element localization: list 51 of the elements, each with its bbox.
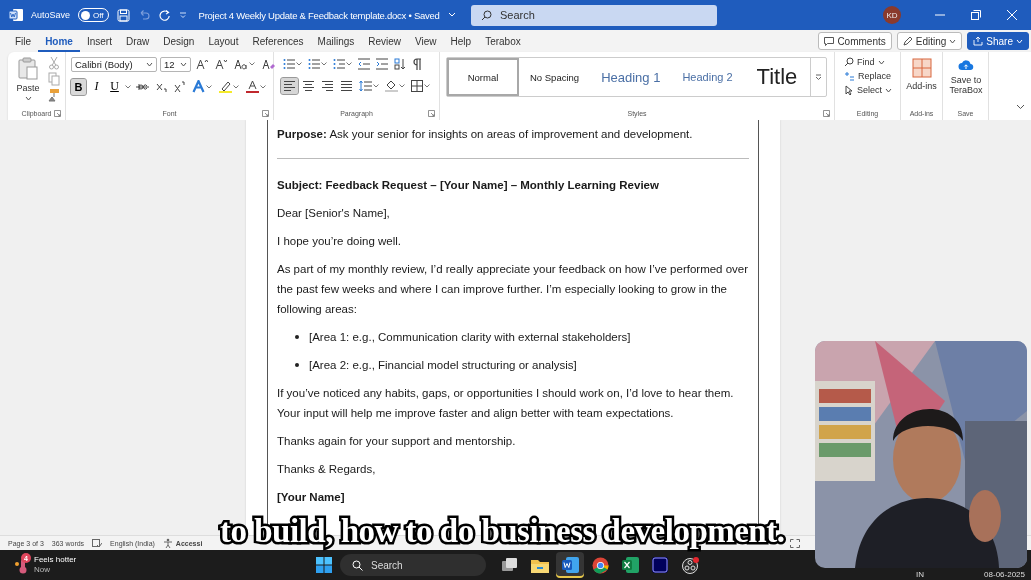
format-button[interactable]: U [107, 78, 122, 95]
menu-tab[interactable]: Mailings [310, 30, 362, 52]
bullet-text: [Area 2: e.g., Financial model structuring or analysis] [309, 358, 577, 373]
menu-tab[interactable]: File [8, 30, 39, 52]
font-size-field[interactable]: 12 [160, 56, 191, 72]
search-field[interactable]: Search [471, 4, 717, 26]
paragraph: As part of my monthly review, I’d really appreciate your feedback on how I’ve performed over the past few weeks and where I can improve further. I’m especially looking to grow in the following areas: [277, 262, 749, 317]
menu-tab[interactable]: View [408, 30, 444, 52]
weather-title[interactable]: Feels hotter [34, 555, 77, 565]
style-option[interactable]: Heading 1 [590, 58, 672, 96]
subject-line: Subject: Feedback Request – [Your Name] – Monthly Learning Review [277, 178, 660, 193]
video-caption: to build, how to do business development. [220, 513, 785, 550]
menu-tab[interactable]: Review [361, 30, 409, 52]
find-button[interactable]: Find [842, 56, 894, 68]
subject-line: [Your Name] [277, 490, 346, 505]
tray-text: 08-06-2025 [984, 570, 1025, 579]
font-name-field[interactable]: Calibri (Body) [71, 56, 157, 72]
paragraph: Purpose: Ask your senior for insights on areas of improvement and development. [277, 127, 694, 142]
format-button[interactable]: I [89, 78, 104, 95]
user-avatar[interactable]: KD [883, 6, 901, 24]
menu-tab[interactable]: Terabox [478, 30, 528, 52]
paragraph: If you’ve noticed any habits, gaps, or opportunities I should work on, I’d love to hear them. Your input will help me improve faster and align better with team expectations. [277, 386, 735, 421]
bullet-text: [Area 1: e.g., Communication clarity with external stakeholders] [309, 330, 631, 345]
share-button[interactable]: Share [967, 32, 1029, 50]
style-option[interactable]: Heading 2 [671, 58, 744, 96]
style-option[interactable]: Title [743, 58, 811, 96]
autosave-label: AutoSave [31, 10, 71, 20]
style-option[interactable]: Normal [447, 58, 519, 96]
replace-button[interactable]: Replace [842, 70, 894, 82]
menu-tab[interactable]: References [245, 30, 311, 52]
style-option[interactable]: No Spacing [519, 58, 591, 96]
select-button[interactable]: Select [842, 84, 894, 96]
document-title[interactable]: Project 4 Weekly Update & Feedback template.docx • Saved [198, 9, 440, 21]
taskbar-search-field[interactable]: Search [340, 554, 486, 576]
menu-tab[interactable]: Insert [79, 30, 119, 52]
save-to-terabox-button[interactable]: Save to TeraBox [946, 56, 986, 106]
menu-tab[interactable]: Draw [118, 30, 157, 52]
paragraph: Thanks & Regards, [277, 462, 377, 477]
format-button[interactable]: B [71, 78, 86, 95]
editing-button[interactable]: Editing [896, 32, 963, 50]
paste-button[interactable]: Paste [11, 56, 45, 106]
paragraph: Thanks again for your support and mentorship. [277, 434, 517, 449]
paragraph: I hope you’re doing well. [277, 234, 403, 249]
menu-tab[interactable]: Design [156, 30, 202, 52]
add-ins-button[interactable]: Add-ins [904, 56, 939, 106]
paragraph: Dear [Senior's Name], [277, 206, 391, 221]
menu-tab[interactable]: Help [443, 30, 479, 52]
comments-button[interactable]: Comments [818, 32, 892, 50]
weather-time[interactable]: Now [34, 565, 77, 575]
menu-tab[interactable]: Layout [201, 30, 246, 52]
tray-text: IN [916, 570, 925, 579]
